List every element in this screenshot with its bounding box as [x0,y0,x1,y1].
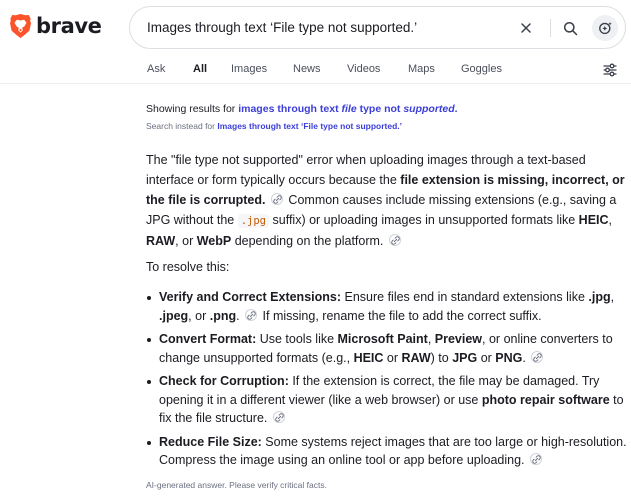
ai-sparkle-icon [598,21,612,34]
answer-text: , or [175,234,197,248]
citation-link-icon[interactable] [270,193,283,205]
close-icon [521,23,531,33]
showing-results-line: Showing results for images through text … [146,103,458,116]
original-query-link[interactable]: Images through text ‘File type not suppo… [217,121,402,131]
list-item-text: , [610,290,615,304]
search-icon [563,21,577,35]
header: brave [0,0,631,56]
list-item-text: If missing, rename the file to add the c… [259,308,542,323]
answer-text: depending on the platform. [231,234,384,248]
search-instead-prefix: Search instead for [146,121,218,131]
tab-ask[interactable]: Ask [147,62,165,76]
citation-link-icon[interactable] [530,453,542,465]
answer-bold: WebP [196,234,232,248]
list-item-bold: .jpeg [159,308,189,323]
citation-link-icon[interactable] [531,350,544,363]
list-item-text: Ensure files end in standard extensions … [341,290,589,304]
search-divider [550,19,551,37]
tab-videos[interactable]: Videos [347,62,380,76]
list-item-text: . [522,350,526,365]
list-item-text: , or [188,308,210,323]
corrected-query-part: file [341,103,357,115]
list-item-title: Convert Format: [159,332,257,346]
showing-prefix: Showing results for [146,103,239,115]
list-item-bold: Preview [434,332,483,346]
list-item: Verify and Correct Extensions: Ensure fi… [146,288,628,325]
corrected-query-part: . [454,103,458,115]
resolve-intro: To resolve this: [146,260,230,274]
answer-paragraph: The "file type not supported" error when… [146,150,628,251]
list-item: Reduce File Size: Some systems reject im… [146,433,628,470]
brave-lion-icon [10,14,31,38]
corrected-query-link[interactable]: images through text file type not suppor… [238,103,457,115]
list-item-title: Verify and Correct Extensions: [159,290,342,304]
code-snippet: .jpg [237,214,270,228]
list-item-text: Use tools like [256,332,338,346]
list-item: Check for Corruption: If the extension i… [146,372,628,428]
list-item: Convert Format: Use tools like Microsoft… [146,330,628,367]
citation-link-icon[interactable] [245,308,258,321]
list-item-bold: .png [209,308,237,323]
search-box [129,6,626,49]
answer-text: , [608,213,613,227]
search-instead-line: Search instead for Images through text ‘… [146,121,402,132]
citation-link-icon[interactable] [272,411,285,423]
corrected-query-part: type not [356,103,404,115]
tab-goggles[interactable]: Goggles [461,62,502,76]
tab-news[interactable]: News [293,62,321,76]
brand-name: brave [36,14,102,38]
list-item-text: , [427,332,435,346]
answer-bold: RAW [146,234,176,248]
list-item-text: . [236,308,240,323]
search-button[interactable] [557,15,583,41]
ai-disclaimer: AI-generated answer. Please verify criti… [146,480,327,490]
list-item-text: or [383,350,402,365]
list-item-title: Check for Corruption: [159,374,289,388]
corrected-query-part: images through text [238,103,342,115]
search-tabs: Ask All Images News Videos Maps Goggles [0,56,631,84]
list-item-bold: Microsoft Paint [337,332,428,346]
answer-text: suffix) or uploading images in unsupport… [269,213,579,227]
list-item-title: Reduce File Size: [159,434,262,449]
tab-all[interactable]: All [193,62,207,76]
list-item-bold: PNG [495,350,523,365]
tab-images[interactable]: Images [231,62,267,76]
answer-bold: HEIC [578,213,609,227]
citation-link-icon[interactable] [388,234,401,246]
clear-button[interactable] [513,15,539,41]
ask-ai-button[interactable] [592,15,618,41]
filter-settings-icon[interactable] [602,62,618,78]
list-item-text: or [477,350,496,365]
tab-maps[interactable]: Maps [408,62,435,76]
list-item-bold: .jpg [588,290,611,304]
search-input[interactable] [147,7,507,48]
corrected-query-part: supported [403,103,455,115]
list-item-bold: JPG [452,350,478,365]
list-item-bold: photo repair software [481,392,610,407]
list-item-text: ) to [430,350,453,365]
resolution-list: Verify and Correct Extensions: Ensure fi… [146,288,628,475]
list-item-bold: RAW [401,350,431,365]
list-item-bold: HEIC [353,350,384,365]
brave-logo[interactable]: brave [10,14,102,38]
